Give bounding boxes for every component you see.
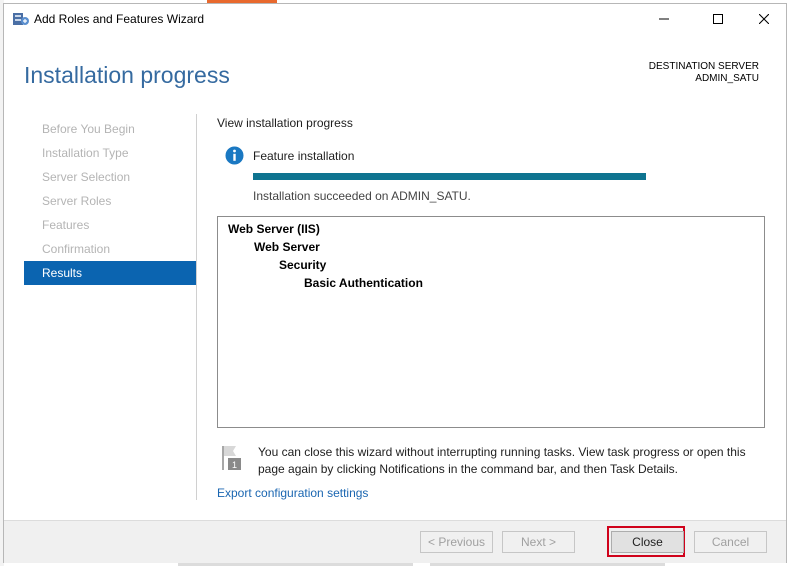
feature-item: Web Server (254, 240, 320, 254)
feature-results-list[interactable]: Web Server (IIS) Web Server Security Bas… (217, 216, 765, 428)
maximize-icon (713, 14, 723, 24)
minimize-icon (659, 18, 669, 20)
notification-count: 1 (232, 460, 237, 470)
nav-item-server-roles[interactable]: Server Roles (24, 189, 196, 213)
window-title: Add Roles and Features Wizard (34, 12, 205, 26)
cancel-button[interactable]: Cancel (694, 531, 767, 553)
feature-item: Web Server (IIS) (228, 222, 320, 236)
nav-item-features[interactable]: Features (24, 213, 196, 237)
installation-progress-bar (253, 173, 646, 180)
minimize-button[interactable] (641, 4, 687, 34)
feature-installation-label: Feature installation (253, 149, 355, 163)
destination-server: DESTINATION SERVER ADMIN_SATU (649, 61, 759, 85)
maximize-button[interactable] (695, 4, 741, 34)
wizard-window: Add Roles and Features Wizard Installati… (3, 3, 787, 563)
notification-flag-icon: 1 (222, 446, 241, 470)
export-configuration-link[interactable]: Export configuration settings (217, 486, 368, 500)
title-bar: Add Roles and Features Wizard (4, 4, 786, 34)
nav-item-results[interactable]: Results (24, 261, 196, 285)
feature-item: Security (279, 258, 327, 272)
installation-status: Installation succeeded on ADMIN_SATU. (253, 189, 471, 203)
nav-item-before-you-begin[interactable]: Before You Begin (24, 117, 196, 141)
wizard-nav: Before You Begin Installation Type Serve… (24, 117, 196, 285)
nav-item-confirmation[interactable]: Confirmation (24, 237, 196, 261)
page-title: Installation progress (24, 62, 230, 88)
section-title: View installation progress (217, 116, 353, 130)
next-button[interactable]: Next > (502, 531, 575, 553)
nav-item-installation-type[interactable]: Installation Type (24, 141, 196, 165)
server-manager-icon (13, 13, 29, 25)
previous-button[interactable]: < Previous (420, 531, 493, 553)
info-icon (225, 146, 244, 165)
nav-divider (196, 114, 197, 500)
close-window-button[interactable] (741, 4, 787, 34)
close-button[interactable]: Close (611, 531, 684, 553)
close-icon (759, 14, 769, 24)
destination-label: DESTINATION SERVER (648, 61, 759, 72)
progress-fill (253, 173, 646, 180)
destination-server-name: ADMIN_SATU (695, 73, 759, 84)
nav-item-server-selection[interactable]: Server Selection (24, 165, 196, 189)
feature-item: Basic Authentication (304, 276, 423, 290)
close-wizard-note: You can close this wizard without interr… (258, 445, 746, 476)
button-bar: < Previous Next > Close Cancel (4, 520, 786, 563)
